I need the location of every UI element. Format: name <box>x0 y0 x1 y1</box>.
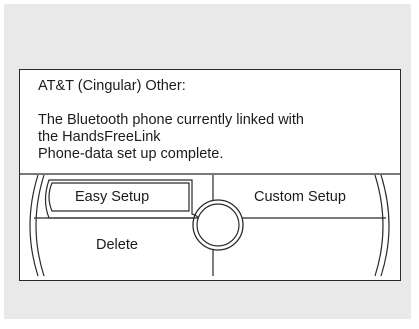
empty-menu-slot <box>214 219 379 275</box>
delete-button[interactable] <box>46 219 193 275</box>
page: AT&T (Cingular) Other: The Bluetooth pho… <box>0 0 419 329</box>
easy-setup-button[interactable] <box>46 180 193 217</box>
right-bracket-outer <box>380 174 390 277</box>
left-bracket-inner <box>35 174 45 277</box>
menu-panel <box>20 173 400 277</box>
custom-setup-button[interactable] <box>214 180 379 217</box>
left-bracket-outer <box>29 174 39 277</box>
